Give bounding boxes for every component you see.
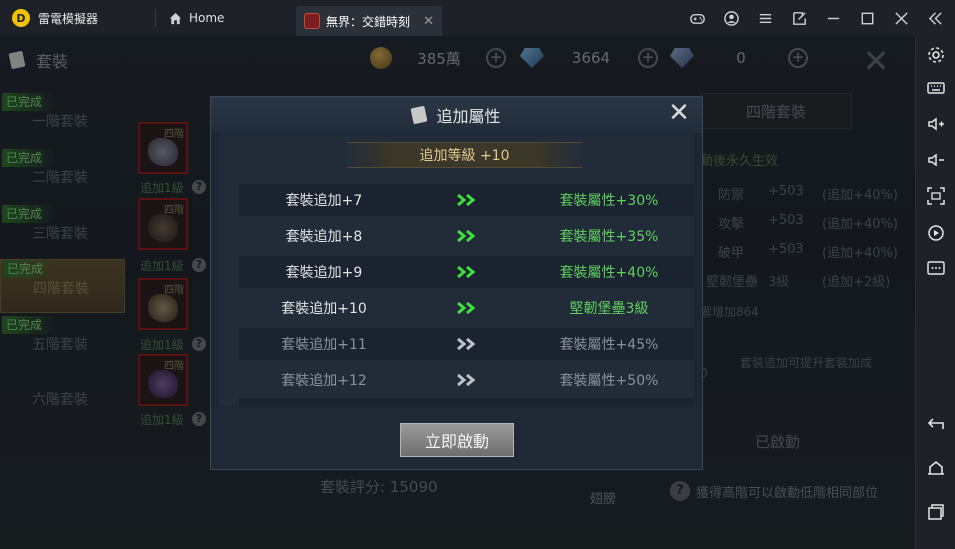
double-arrow-icon: [409, 337, 524, 351]
bonus-row: 套裝追加+12 套裝屬性+50%: [239, 364, 694, 396]
back-icon[interactable]: [926, 414, 946, 434]
bonus-requirement: 套裝追加+10: [281, 301, 367, 317]
dialog-header: 追加屬性 ✕: [211, 97, 702, 133]
bonus-row: 套裝追加+8 套裝屬性+35%: [239, 220, 694, 252]
tab-home-label: Home: [189, 11, 225, 25]
double-arrow-icon: [409, 265, 524, 279]
emulator-toolbar: [915, 36, 955, 549]
bonus-reward: 套裝屬性+35%: [559, 229, 659, 245]
app-name: 雷電模擬器: [38, 11, 99, 26]
keyboard-icon[interactable]: [926, 78, 946, 98]
collapse-sidebar-icon[interactable]: [918, 0, 952, 36]
bonus-reward: 套裝屬性+40%: [559, 265, 659, 281]
bonus-row: 套裝追加+10 堅韌堡壘3級: [239, 292, 694, 324]
home-icon: [169, 12, 182, 24]
close-icon[interactable]: ✕: [666, 100, 692, 127]
ldplayer-logo-icon: D: [12, 9, 30, 27]
home-button-icon[interactable]: [926, 458, 946, 478]
dialog-title: 追加屬性: [436, 107, 501, 126]
double-arrow-icon: [409, 373, 524, 387]
bonus-reward: 套裝屬性+30%: [559, 193, 659, 209]
app-logo: D 雷電模擬器: [0, 9, 155, 27]
double-arrow-icon: [409, 301, 524, 315]
bonus-row: 套裝追加+9 套裝屬性+40%: [239, 256, 694, 288]
bonus-requirement: 套裝追加+8: [285, 229, 363, 245]
bonus-requirement: 套裝追加+11: [281, 337, 367, 353]
settings-icon[interactable]: [926, 45, 946, 65]
bonus-requirement: 套裝追加+7: [285, 193, 363, 209]
tab-game[interactable]: 無界：交錯時刻 ✕: [296, 6, 442, 36]
account-icon[interactable]: [714, 0, 748, 36]
volume-down-icon[interactable]: [926, 150, 946, 170]
maximize-icon[interactable]: [850, 0, 884, 36]
close-window-icon[interactable]: [884, 0, 918, 36]
bonus-requirement: 套裝追加+12: [281, 373, 367, 389]
more-options-icon[interactable]: [926, 258, 946, 278]
bonus-reward: 套裝屬性+50%: [559, 373, 659, 389]
list-scroll-edge: [239, 398, 694, 406]
activate-now-button[interactable]: 立即啟動: [400, 423, 514, 457]
gamepad-icon[interactable]: [680, 0, 714, 36]
emulator-titlebar: D 雷電模擬器 Home 無界：交錯時刻 ✕: [0, 0, 955, 36]
bonus-row: 套裝追加+11 套裝屬性+45%: [239, 328, 694, 360]
sync-icon[interactable]: [926, 223, 946, 243]
volume-up-icon[interactable]: [926, 114, 946, 134]
bonus-reward: 堅韌堡壘3級: [569, 301, 649, 317]
tab-game-label: 無界：交錯時刻: [326, 14, 411, 29]
popout-icon[interactable]: [782, 0, 816, 36]
bonus-row: 套裝追加+7 套裝屬性+30%: [239, 184, 694, 216]
bonus-attributes-dialog: 追加屬性 ✕ 追加等級 +10 套裝追加+7 套裝屬性+30% 套裝追加+8 套…: [210, 96, 703, 470]
card-icon: [410, 105, 428, 125]
fullscreen-icon[interactable]: [926, 186, 946, 206]
tab-close-icon[interactable]: ✕: [423, 14, 434, 29]
window-controls: [680, 0, 952, 36]
menu-icon[interactable]: [748, 0, 782, 36]
dialog-footer: 立即啟動: [211, 407, 702, 469]
double-arrow-icon: [409, 193, 524, 207]
bonus-reward: 套裝屬性+45%: [559, 337, 659, 353]
double-arrow-icon: [409, 229, 524, 243]
game-screen: 套裝 385萬 + 3664 + 0 + ✕ 已完成 一階套裝 已完成 二階套裝…: [0, 36, 915, 549]
bonus-list: 追加等級 +10 套裝追加+7 套裝屬性+30% 套裝追加+8 套裝屬性+35%…: [219, 134, 694, 406]
recent-apps-icon[interactable]: [926, 502, 946, 522]
bonus-level: 追加等級 +10: [347, 142, 582, 168]
tab-home[interactable]: Home: [156, 0, 296, 36]
minimize-icon[interactable]: [816, 0, 850, 36]
game-app-icon: [304, 13, 320, 29]
bonus-requirement: 套裝追加+9: [285, 265, 363, 281]
